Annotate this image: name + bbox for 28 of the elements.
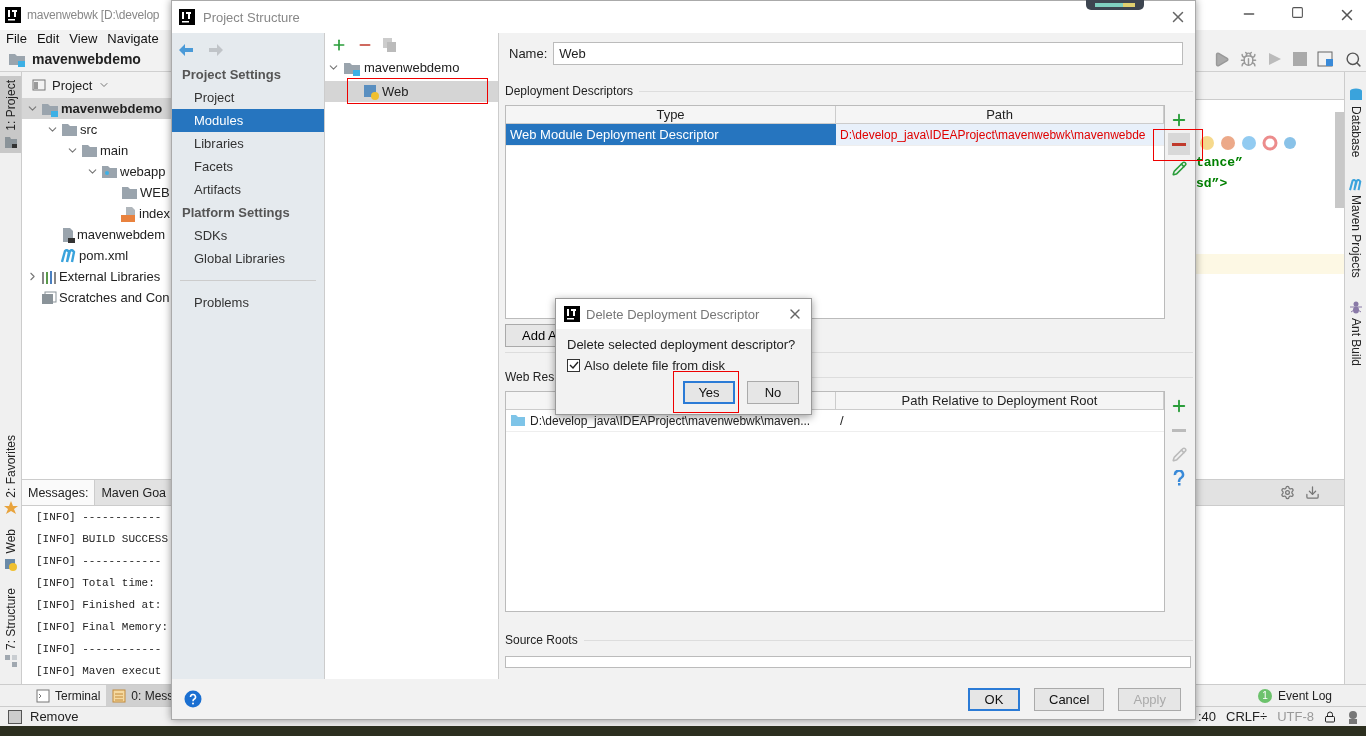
column-header: Path Relative to Deployment Root (836, 392, 1164, 409)
code-text: tance” (1195, 154, 1244, 172)
dialog-title: Project Structure (203, 9, 300, 25)
section-header: Project Settings (181, 66, 282, 84)
column-header: Type (506, 106, 836, 123)
status-message: Remove (30, 709, 79, 724)
table-cell-text: / (839, 412, 845, 430)
log-line: [INFO] Final Memory: (36, 620, 169, 635)
table-cell: D:\develop_java\IDEAProject\mavenwebwk\mavenwebde (836, 124, 1164, 145)
checkbox-label: Also delete file from disk (584, 358, 725, 373)
count-badge: 1 (1257, 688, 1272, 703)
section-title: Source Roots (505, 633, 578, 647)
section-title: Deployment Descriptors (505, 84, 634, 98)
field-label: Name: (509, 45, 548, 61)
log-line: [INFO] ------------ (36, 510, 162, 525)
dialog-title: Delete Deployment Descriptor (586, 306, 760, 322)
window-title: mavenwebwk [D:\develop (27, 8, 160, 22)
table-cell-text: Web Module Deployment Descriptor (509, 126, 720, 144)
log-line: [INFO] ------------ (36, 554, 162, 569)
log-line: [INFO] ------------ (36, 642, 162, 657)
log-line: [INFO] BUILD SUCCESS (36, 532, 169, 547)
log-line: [INFO] Total time: (36, 576, 156, 591)
log-line: [INFO] Finished at: (36, 598, 162, 613)
code-text: sd”> (1195, 175, 1229, 193)
section-header: Platform Settings (181, 204, 291, 222)
column-header: Path (836, 106, 1164, 123)
section-title: Web Res (505, 370, 555, 384)
log-line: [INFO] Maven execut (36, 664, 162, 679)
